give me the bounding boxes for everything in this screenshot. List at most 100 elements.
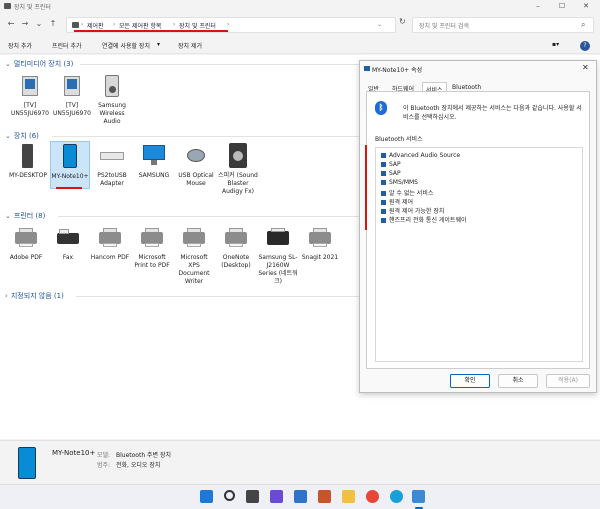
back-icon[interactable]: ← — [6, 19, 16, 29]
service-item[interactable]: 알 수 없는 서비스 — [381, 188, 433, 197]
service-label: 원격 제어 가능한 장치 — [389, 208, 445, 215]
service-label: 핸즈프리 전화 통신 게이트웨이 — [389, 217, 467, 224]
printer-tile[interactable]: Snagit 2021 — [300, 225, 340, 262]
printer-label: Snagit 2021 — [301, 254, 339, 261]
checkbox-checked-icon[interactable] — [381, 217, 386, 223]
breadcrumb-control-panel[interactable]: 제어판 — [87, 21, 104, 30]
properties-dialog: MY-Note10+ 속성 ✕ 일반 하드웨어 서비스 Bluetooth ᛒ … — [359, 60, 597, 393]
device-label: 스피커 (Sound Blaster Audigy Fx) — [218, 172, 258, 195]
paint-icon[interactable] — [318, 490, 331, 503]
printer-tile[interactable]: Hancom PDF — [90, 225, 130, 262]
service-label: Advanced Audio Source — [389, 152, 461, 159]
service-item[interactable]: 원격 제어 — [381, 197, 413, 206]
add-printer-button[interactable]: 프린터 추가 — [52, 41, 82, 50]
add-device-button[interactable]: 장치 추가 — [8, 41, 32, 50]
breadcrumb-separator-icon[interactable]: › — [173, 21, 175, 28]
edge-icon[interactable] — [390, 490, 403, 503]
breadcrumb-devices-printers[interactable]: 장치 및 프린터 — [179, 21, 216, 30]
view-options-icon[interactable]: ▪▾ — [552, 41, 559, 48]
device-tile[interactable]: MY-DESKTOP — [8, 143, 48, 180]
apply-button[interactable]: 적용(A) — [546, 374, 590, 388]
expand-chevron-icon[interactable]: › — [5, 292, 8, 300]
mail-icon[interactable] — [294, 490, 307, 503]
printer-tile[interactable]: OneNote (Desktop) — [216, 225, 256, 270]
checkbox-checked-icon[interactable] — [381, 208, 386, 214]
recent-chevron-icon[interactable]: ⌄ — [34, 19, 44, 29]
group-divider — [76, 296, 360, 297]
tab-bluetooth[interactable]: Bluetooth — [452, 84, 481, 91]
group-title: 프린터 (8) — [13, 212, 46, 220]
window-title: 장치 및 프린터 — [14, 4, 51, 11]
group-header-devices[interactable]: ⌄ 장치 (6) — [5, 131, 39, 141]
search-input[interactable]: 장치 및 프린터 검색 ⌕ — [412, 17, 594, 33]
forward-icon[interactable]: → — [20, 19, 30, 29]
breadcrumb-separator-icon[interactable]: › — [81, 21, 83, 28]
search-icon[interactable]: ⌕ — [581, 20, 585, 30]
printer-icon — [13, 225, 39, 251]
device-tile[interactable]: [TV] UN55JU6970 — [52, 73, 92, 118]
group-divider — [58, 216, 360, 217]
search-taskbar-icon[interactable] — [224, 490, 235, 501]
checkbox-checked-icon[interactable] — [381, 199, 386, 205]
chrome-icon[interactable] — [366, 490, 379, 503]
checkbox-checked-icon[interactable] — [381, 190, 386, 196]
checkbox-checked-icon[interactable] — [381, 170, 386, 176]
cancel-button[interactable]: 취소 — [498, 374, 538, 388]
service-item[interactable]: Advanced Audio Source — [381, 152, 460, 159]
device-tile[interactable]: USB Optical Mouse — [176, 143, 216, 188]
checkbox-checked-icon[interactable] — [381, 161, 386, 167]
ok-button[interactable]: 확인 — [450, 374, 490, 388]
collapse-chevron-icon[interactable]: ⌄ — [5, 60, 11, 68]
tv-icon — [17, 73, 43, 99]
group-header-unspecified[interactable]: › 지정되지 않음 (1) — [5, 291, 64, 301]
chat-icon[interactable] — [270, 490, 283, 503]
device-label: MY-DESKTOP — [9, 172, 47, 179]
service-item[interactable]: 원격 제어 가능한 장치 — [381, 206, 444, 215]
collapse-chevron-icon[interactable]: ⌄ — [5, 212, 11, 220]
service-item[interactable]: SMS/MMS — [381, 179, 418, 186]
device-tile[interactable]: Samsung Wireless Audio — [92, 73, 132, 126]
devices-printers-taskbar-icon[interactable] — [412, 490, 425, 503]
close-button[interactable]: ✕ — [580, 1, 592, 11]
breadcrumb-separator-icon[interactable]: › — [113, 21, 115, 28]
control-panel-icon — [72, 22, 79, 28]
service-item[interactable]: SAP — [381, 161, 401, 168]
service-item[interactable]: 핸즈프리 전화 통신 게이트웨이 — [381, 215, 466, 224]
device-tile[interactable]: 스피커 (Sound Blaster Audigy Fx) — [218, 143, 258, 196]
checkbox-checked-icon[interactable] — [381, 152, 386, 158]
service-label: SAP — [389, 170, 401, 177]
file-explorer-icon[interactable] — [342, 490, 355, 503]
speaker-icon — [225, 143, 251, 169]
remove-device-button[interactable]: 장치 제거 — [178, 41, 202, 50]
device-tile-selected[interactable]: MY-Note10+ — [50, 141, 90, 189]
service-item[interactable]: SAP — [381, 170, 401, 177]
connect-dropdown-icon[interactable]: ▾ — [157, 41, 160, 48]
group-header-printers[interactable]: ⌄ 프린터 (8) — [5, 211, 45, 221]
connect-using-button[interactable]: 연결에 사용할 장치 — [102, 41, 150, 50]
up-icon[interactable]: ↑ — [48, 19, 58, 29]
printer-tile[interactable]: Fax — [48, 225, 88, 262]
start-icon[interactable] — [200, 490, 213, 503]
breadcrumb-all-items[interactable]: 모든 제어판 항목 — [119, 21, 161, 30]
printer-tile[interactable]: Adobe PDF — [6, 225, 46, 262]
collapse-chevron-icon[interactable]: ⌄ — [5, 132, 11, 140]
refresh-icon[interactable]: ↻ — [399, 17, 409, 29]
group-header-multimedia[interactable]: ⌄ 멀티미디어 장치 (3) — [5, 59, 73, 69]
printer-tile[interactable]: Microsoft Print to PDF — [132, 225, 172, 270]
help-icon[interactable]: ? — [580, 41, 590, 51]
title-bar: 장치 및 프린터 – ☐ ✕ — [0, 0, 600, 12]
address-dropdown-icon[interactable]: ⌄ — [377, 21, 382, 28]
device-tile[interactable]: [TV] UN55JU6970 — [10, 73, 50, 118]
device-tile[interactable]: PS2toUSB Adapter — [92, 143, 132, 188]
dialog-close-icon[interactable]: ✕ — [582, 63, 589, 72]
printer-tile[interactable]: Samsung SL-J2160W Series (네트워크) — [258, 225, 298, 286]
checkbox-checked-icon[interactable] — [381, 179, 386, 185]
task-view-icon[interactable] — [246, 490, 259, 503]
device-label: SAMSUNG — [138, 172, 170, 179]
printer-tile[interactable]: Microsoft XPS Document Writer — [174, 225, 214, 286]
breadcrumb-separator-icon[interactable]: › — [227, 21, 229, 28]
minimize-button[interactable]: – — [532, 1, 544, 11]
maximize-button[interactable]: ☐ — [556, 1, 568, 11]
printer-icon — [97, 225, 123, 251]
device-tile[interactable]: SAMSUNG — [134, 143, 174, 180]
